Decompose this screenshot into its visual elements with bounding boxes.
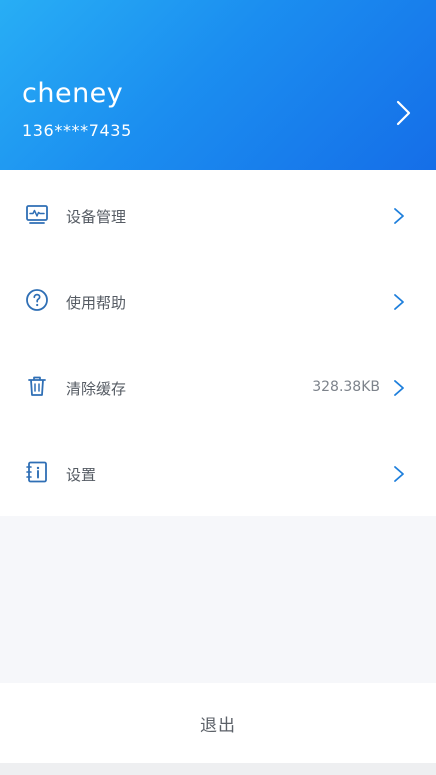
chevron-right-icon	[396, 100, 411, 126]
logout-button[interactable]: 退出	[0, 683, 436, 763]
menu-item-help[interactable]: 使用帮助	[0, 256, 436, 342]
cache-size-value: 328.38KB	[312, 379, 380, 395]
chevron-right-icon	[394, 294, 404, 310]
menu-item-label: 设备管理	[66, 208, 127, 226]
bottom-divider	[0, 763, 436, 775]
profile-header[interactable]: cheney 136****7435	[0, 0, 436, 170]
menu-item-label: 使用帮助	[66, 294, 127, 312]
username: cheney	[22, 78, 124, 109]
menu-item-clear-cache[interactable]: 清除缓存 328.38KB	[0, 342, 436, 428]
logout-label: 退出	[200, 716, 236, 736]
menu-item-label: 设置	[66, 466, 97, 484]
my-profile-screen: cheney 136****7435 设备管理 使用帮助 清除缓存 328.38…	[0, 0, 436, 775]
phone-number: 136****7435	[22, 121, 132, 140]
trash-icon	[28, 376, 46, 396]
help-circle-icon	[26, 289, 48, 311]
device-monitor-icon	[26, 205, 48, 224]
menu-list: 设备管理 使用帮助 清除缓存 328.38KB 设置	[0, 170, 436, 516]
chevron-right-icon	[394, 380, 404, 396]
menu-item-device-management[interactable]: 设备管理	[0, 170, 436, 256]
chevron-right-icon	[394, 208, 404, 224]
chevron-right-icon	[394, 466, 404, 482]
menu-item-settings[interactable]: 设置	[0, 428, 436, 514]
menu-item-label: 清除缓存	[66, 380, 127, 398]
settings-doc-icon	[26, 461, 47, 483]
